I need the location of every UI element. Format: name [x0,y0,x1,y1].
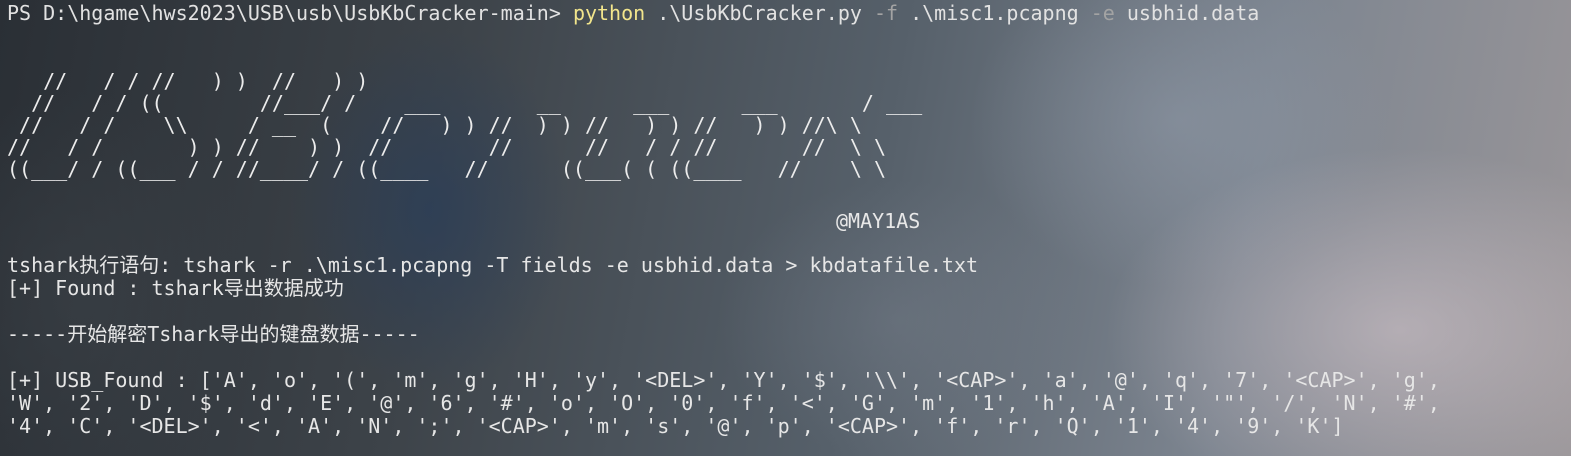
section-header-line: -----开始解密Tshark导出的键盘数据----- [7,322,420,346]
prompt-path: PS D:\hgame\hws2023\USB\usb\UsbKbCracker… [7,1,573,25]
ascii-art-banner: // / / // ) ) // ) ) // / / (( //___/ / … [7,69,923,181]
command-prompt-line: PS D:\hgame\hws2023\USB\usb\UsbKbCracker… [7,2,1259,25]
found-status-line: [+] Found : tshark导出数据成功 [7,276,344,300]
command-flag-f: -f [873,1,899,25]
banner-author: @MAY1AS [836,209,921,233]
command-flag-e: -e [1090,1,1115,25]
command-field-arg: usbhid.data [1114,1,1260,25]
terminal-window[interactable]: PS D:\hgame\hws2023\USB\usb\UsbKbCracker… [0,0,1571,456]
usb-found-line-1: [+] USB_Found : ['A', 'o', '(', 'm', 'g'… [7,368,1440,392]
tshark-command-line: tshark执行语句: tshark -r .\misc1.pcapng -T … [7,253,979,277]
usb-found-line-2: 'W', '2', 'D', '$', 'd', 'E', '@', '6', … [7,391,1440,415]
usb-found-line-3: '4', 'C', '<DEL>', '<', 'A', 'N', ';', '… [7,414,1344,438]
command-executable: python [572,1,646,25]
command-file-arg: .\misc1.pcapng [898,1,1091,25]
command-script: .\UsbKbCracker.py [645,1,874,25]
